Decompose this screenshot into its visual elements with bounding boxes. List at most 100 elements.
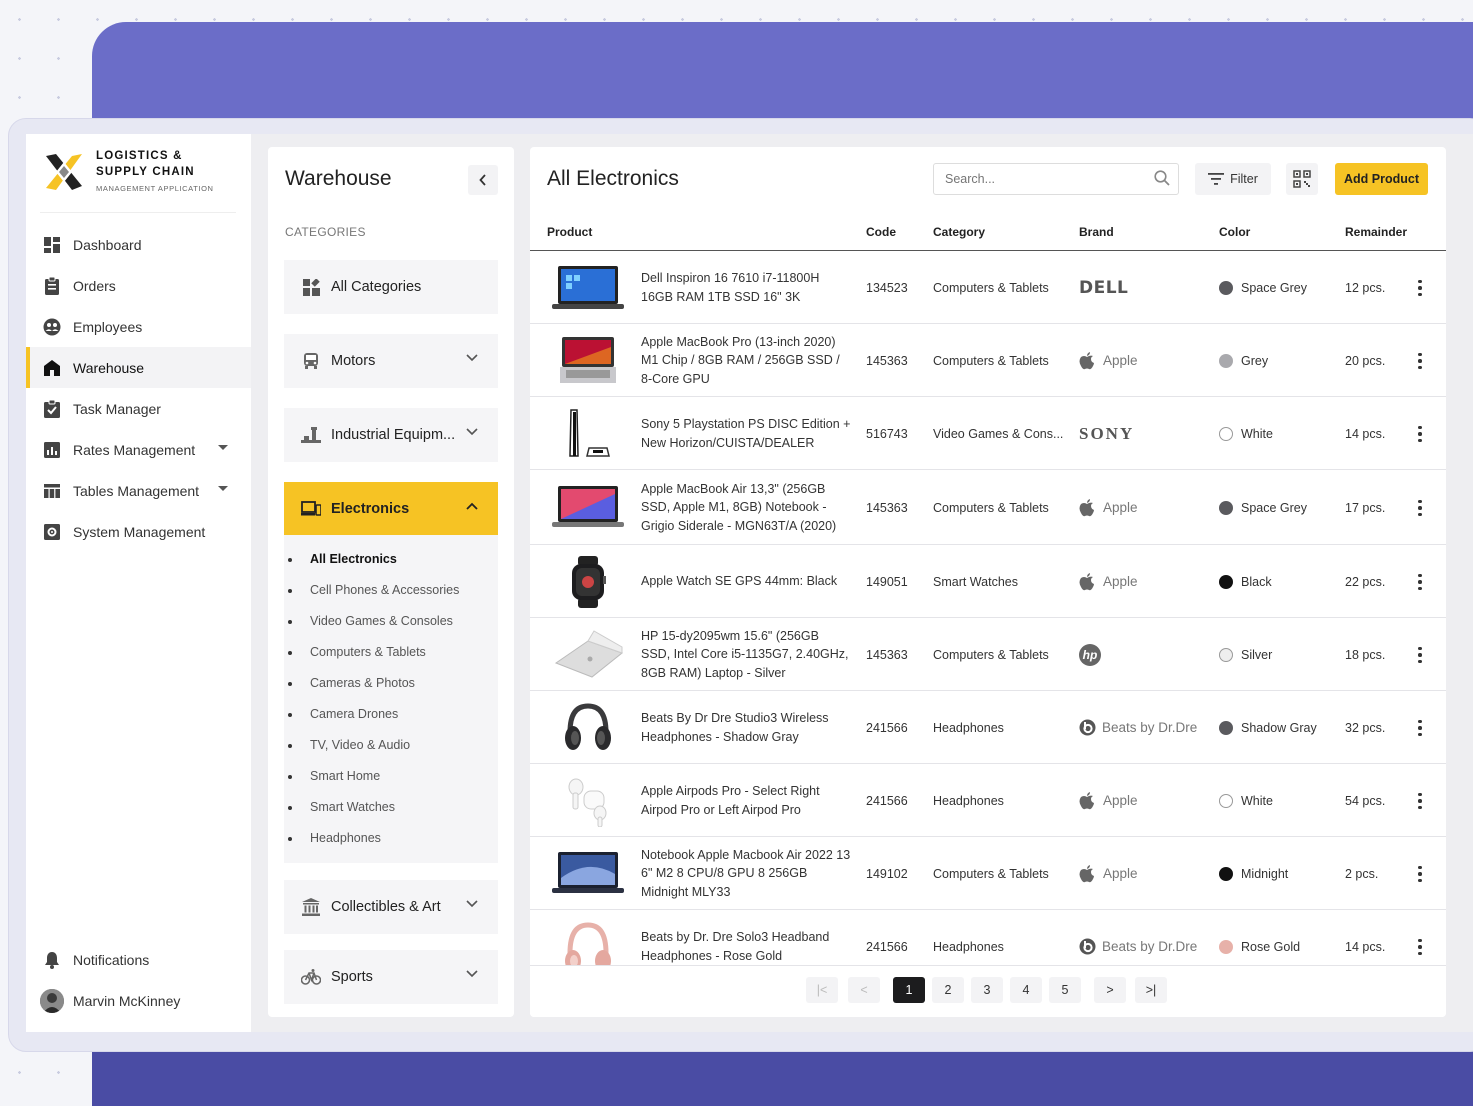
chevron-down-icon[interactable] (466, 970, 478, 978)
product-remainder: 14 pcs. (1345, 939, 1386, 954)
page-button-3[interactable]: 3 (971, 977, 1003, 1003)
more-options-icon[interactable] (1418, 719, 1422, 740)
product-name[interactable]: HP 15-dy2095wm 15.6" (256GB SSD, Intel C… (641, 627, 851, 683)
chevron-up-icon[interactable] (466, 502, 478, 510)
product-thumbnail[interactable] (550, 408, 626, 460)
nav-item-task-manager[interactable]: Task Manager (26, 388, 251, 429)
column-header-remainder[interactable]: Remainder (1345, 225, 1407, 239)
subcategory-item[interactable]: All Electronics (288, 552, 397, 566)
search-icon[interactable] (1154, 170, 1170, 186)
people-icon (43, 318, 61, 336)
user-name: Marvin McKinney (73, 992, 181, 1009)
more-options-icon[interactable] (1418, 792, 1422, 813)
user-profile[interactable]: Marvin McKinney (26, 980, 251, 1021)
table-row[interactable]: Beats By Dr Dre Studio3 Wireless Headpho… (530, 691, 1446, 764)
subcategory-item[interactable]: Cameras & Photos (288, 676, 415, 690)
product-name[interactable]: Notebook Apple Macbook Air 2022 13 6" M2… (641, 846, 851, 902)
category-electronics[interactable]: Electronics (284, 482, 498, 536)
nav-label: Task Manager (73, 400, 161, 417)
product-thumbnail[interactable] (550, 335, 626, 387)
table-row[interactable]: Dell Inspiron 16 7610 i7-11800H 16GB RAM… (530, 251, 1446, 324)
more-options-icon[interactable] (1418, 573, 1422, 594)
subcategory-item[interactable]: Cell Phones & Accessories (287, 583, 459, 597)
product-name[interactable]: Beats By Dr Dre Studio3 Wireless Headpho… (641, 709, 851, 746)
product-thumbnail[interactable] (550, 702, 626, 754)
column-header-brand[interactable]: Brand (1079, 225, 1114, 239)
product-thumbnail[interactable] (550, 482, 626, 534)
page-button-2[interactable]: 2 (932, 977, 964, 1003)
product-thumbnail[interactable] (550, 629, 626, 681)
nav-item-warehouse[interactable]: Warehouse (26, 347, 251, 388)
product-name[interactable]: Beats by Dr. Dre Solo3 Headband Headphon… (641, 928, 851, 965)
table-row[interactable]: Notebook Apple Macbook Air 2022 13 6" M2… (530, 837, 1446, 910)
product-thumbnail[interactable] (550, 848, 626, 900)
subcategory-item[interactable]: Video Games & Consoles (288, 614, 453, 628)
search-input[interactable] (933, 163, 1179, 195)
table-row[interactable]: Apple MacBook Air 13,3" (256GB SSD, Appl… (530, 470, 1446, 545)
chevron-down-icon[interactable] (466, 900, 478, 908)
add-product-button[interactable]: Add Product (1335, 163, 1428, 195)
table-row[interactable]: Apple Airpods Pro - Select Right Airpod … (530, 764, 1446, 837)
page-button-4[interactable]: 4 (1010, 977, 1042, 1003)
page-button-1[interactable]: 1 (893, 977, 925, 1003)
product-code: 241566 (866, 793, 908, 808)
nav-item-rates-management[interactable]: Rates Management (26, 429, 251, 470)
product-name[interactable]: Apple MacBook Pro (13-inch 2020) M1 Chip… (641, 333, 851, 389)
category-motors[interactable]: Motors (284, 334, 498, 388)
filter-button[interactable]: Filter (1195, 163, 1271, 195)
chevron-down-icon[interactable] (466, 428, 478, 436)
table-row[interactable]: Apple MacBook Pro (13-inch 2020) M1 Chip… (530, 324, 1446, 397)
nav-item-employees[interactable]: Employees (26, 306, 251, 347)
product-thumbnail[interactable] (550, 555, 626, 608)
more-options-icon[interactable] (1418, 499, 1422, 520)
more-options-icon[interactable] (1418, 646, 1422, 667)
more-options-icon[interactable] (1418, 865, 1422, 886)
subcategory-item[interactable]: TV, Video & Audio (287, 738, 410, 752)
subcategory-item[interactable]: Headphones (288, 831, 381, 845)
nav-item-tables-management[interactable]: Tables Management (26, 470, 251, 511)
column-header-category[interactable]: Category (933, 225, 985, 239)
product-name[interactable]: Apple Airpods Pro - Select Right Airpod … (641, 782, 851, 819)
product-name[interactable]: Apple MacBook Air 13,3" (256GB SSD, Appl… (641, 480, 851, 536)
more-options-icon[interactable] (1418, 425, 1422, 446)
qr-scan-button[interactable] (1286, 163, 1318, 195)
app-window: LOGISTICS & SUPPLY CHAIN MANAGEMENT APPL… (26, 134, 1473, 1032)
category-sports[interactable]: Sports (284, 950, 498, 1004)
chevron-down-icon[interactable] (218, 445, 228, 450)
subcategory-item[interactable]: Smart Watches (288, 800, 395, 814)
product-category: Computers & Tablets (933, 647, 1049, 662)
nav-item-orders[interactable]: Orders (26, 265, 251, 306)
subcategory-item[interactable]: Computers & Tablets (288, 645, 426, 659)
product-thumbnail[interactable] (550, 775, 626, 827)
column-header-code[interactable]: Code (866, 225, 896, 239)
subcategory-item[interactable]: Smart Home (287, 769, 380, 783)
more-options-icon[interactable] (1418, 352, 1422, 373)
prev-page-button[interactable]: < (848, 977, 880, 1003)
product-name[interactable]: Apple Watch SE GPS 44mm: Black (641, 572, 851, 591)
nav-item-dashboard[interactable]: Dashboard (26, 224, 251, 265)
product-name[interactable]: Dell Inspiron 16 7610 i7-11800H 16GB RAM… (641, 269, 851, 306)
next-page-button[interactable]: > (1094, 977, 1126, 1003)
category-all[interactable]: All Categories (284, 260, 498, 314)
chevron-down-icon[interactable] (466, 354, 478, 362)
nav-item-system-management[interactable]: System Management (26, 511, 251, 552)
column-header-color[interactable]: Color (1219, 225, 1250, 239)
last-page-button[interactable]: >| (1135, 977, 1167, 1003)
subcategory-item[interactable]: Camera Drones (287, 707, 398, 721)
collapse-panel-button[interactable] (468, 165, 498, 195)
chevron-down-icon[interactable] (218, 486, 228, 491)
category-collectibles[interactable]: Collectibles & Art (284, 880, 498, 934)
more-options-icon[interactable] (1418, 938, 1422, 959)
table-row[interactable]: HP 15-dy2095wm 15.6" (256GB SSD, Intel C… (530, 618, 1446, 691)
table-row[interactable]: Sony 5 Playstation PS DISC Edition + New… (530, 397, 1446, 470)
page-button-5[interactable]: 5 (1049, 977, 1081, 1003)
column-header-product[interactable]: Product (547, 225, 592, 239)
product-thumbnail[interactable] (550, 262, 626, 314)
category-industrial[interactable]: Industrial Equipm... (284, 408, 498, 462)
product-name[interactable]: Sony 5 Playstation PS DISC Edition + New… (641, 415, 851, 452)
app-logo[interactable]: LOGISTICS & SUPPLY CHAIN MANAGEMENT APPL… (42, 148, 242, 210)
table-row[interactable]: Apple Watch SE GPS 44mm: Black 149051 Smar… (530, 545, 1446, 618)
more-options-icon[interactable] (1418, 279, 1422, 300)
first-page-button[interactable]: |< (806, 977, 838, 1003)
nav-item-notifications[interactable]: Notifications (26, 939, 251, 980)
